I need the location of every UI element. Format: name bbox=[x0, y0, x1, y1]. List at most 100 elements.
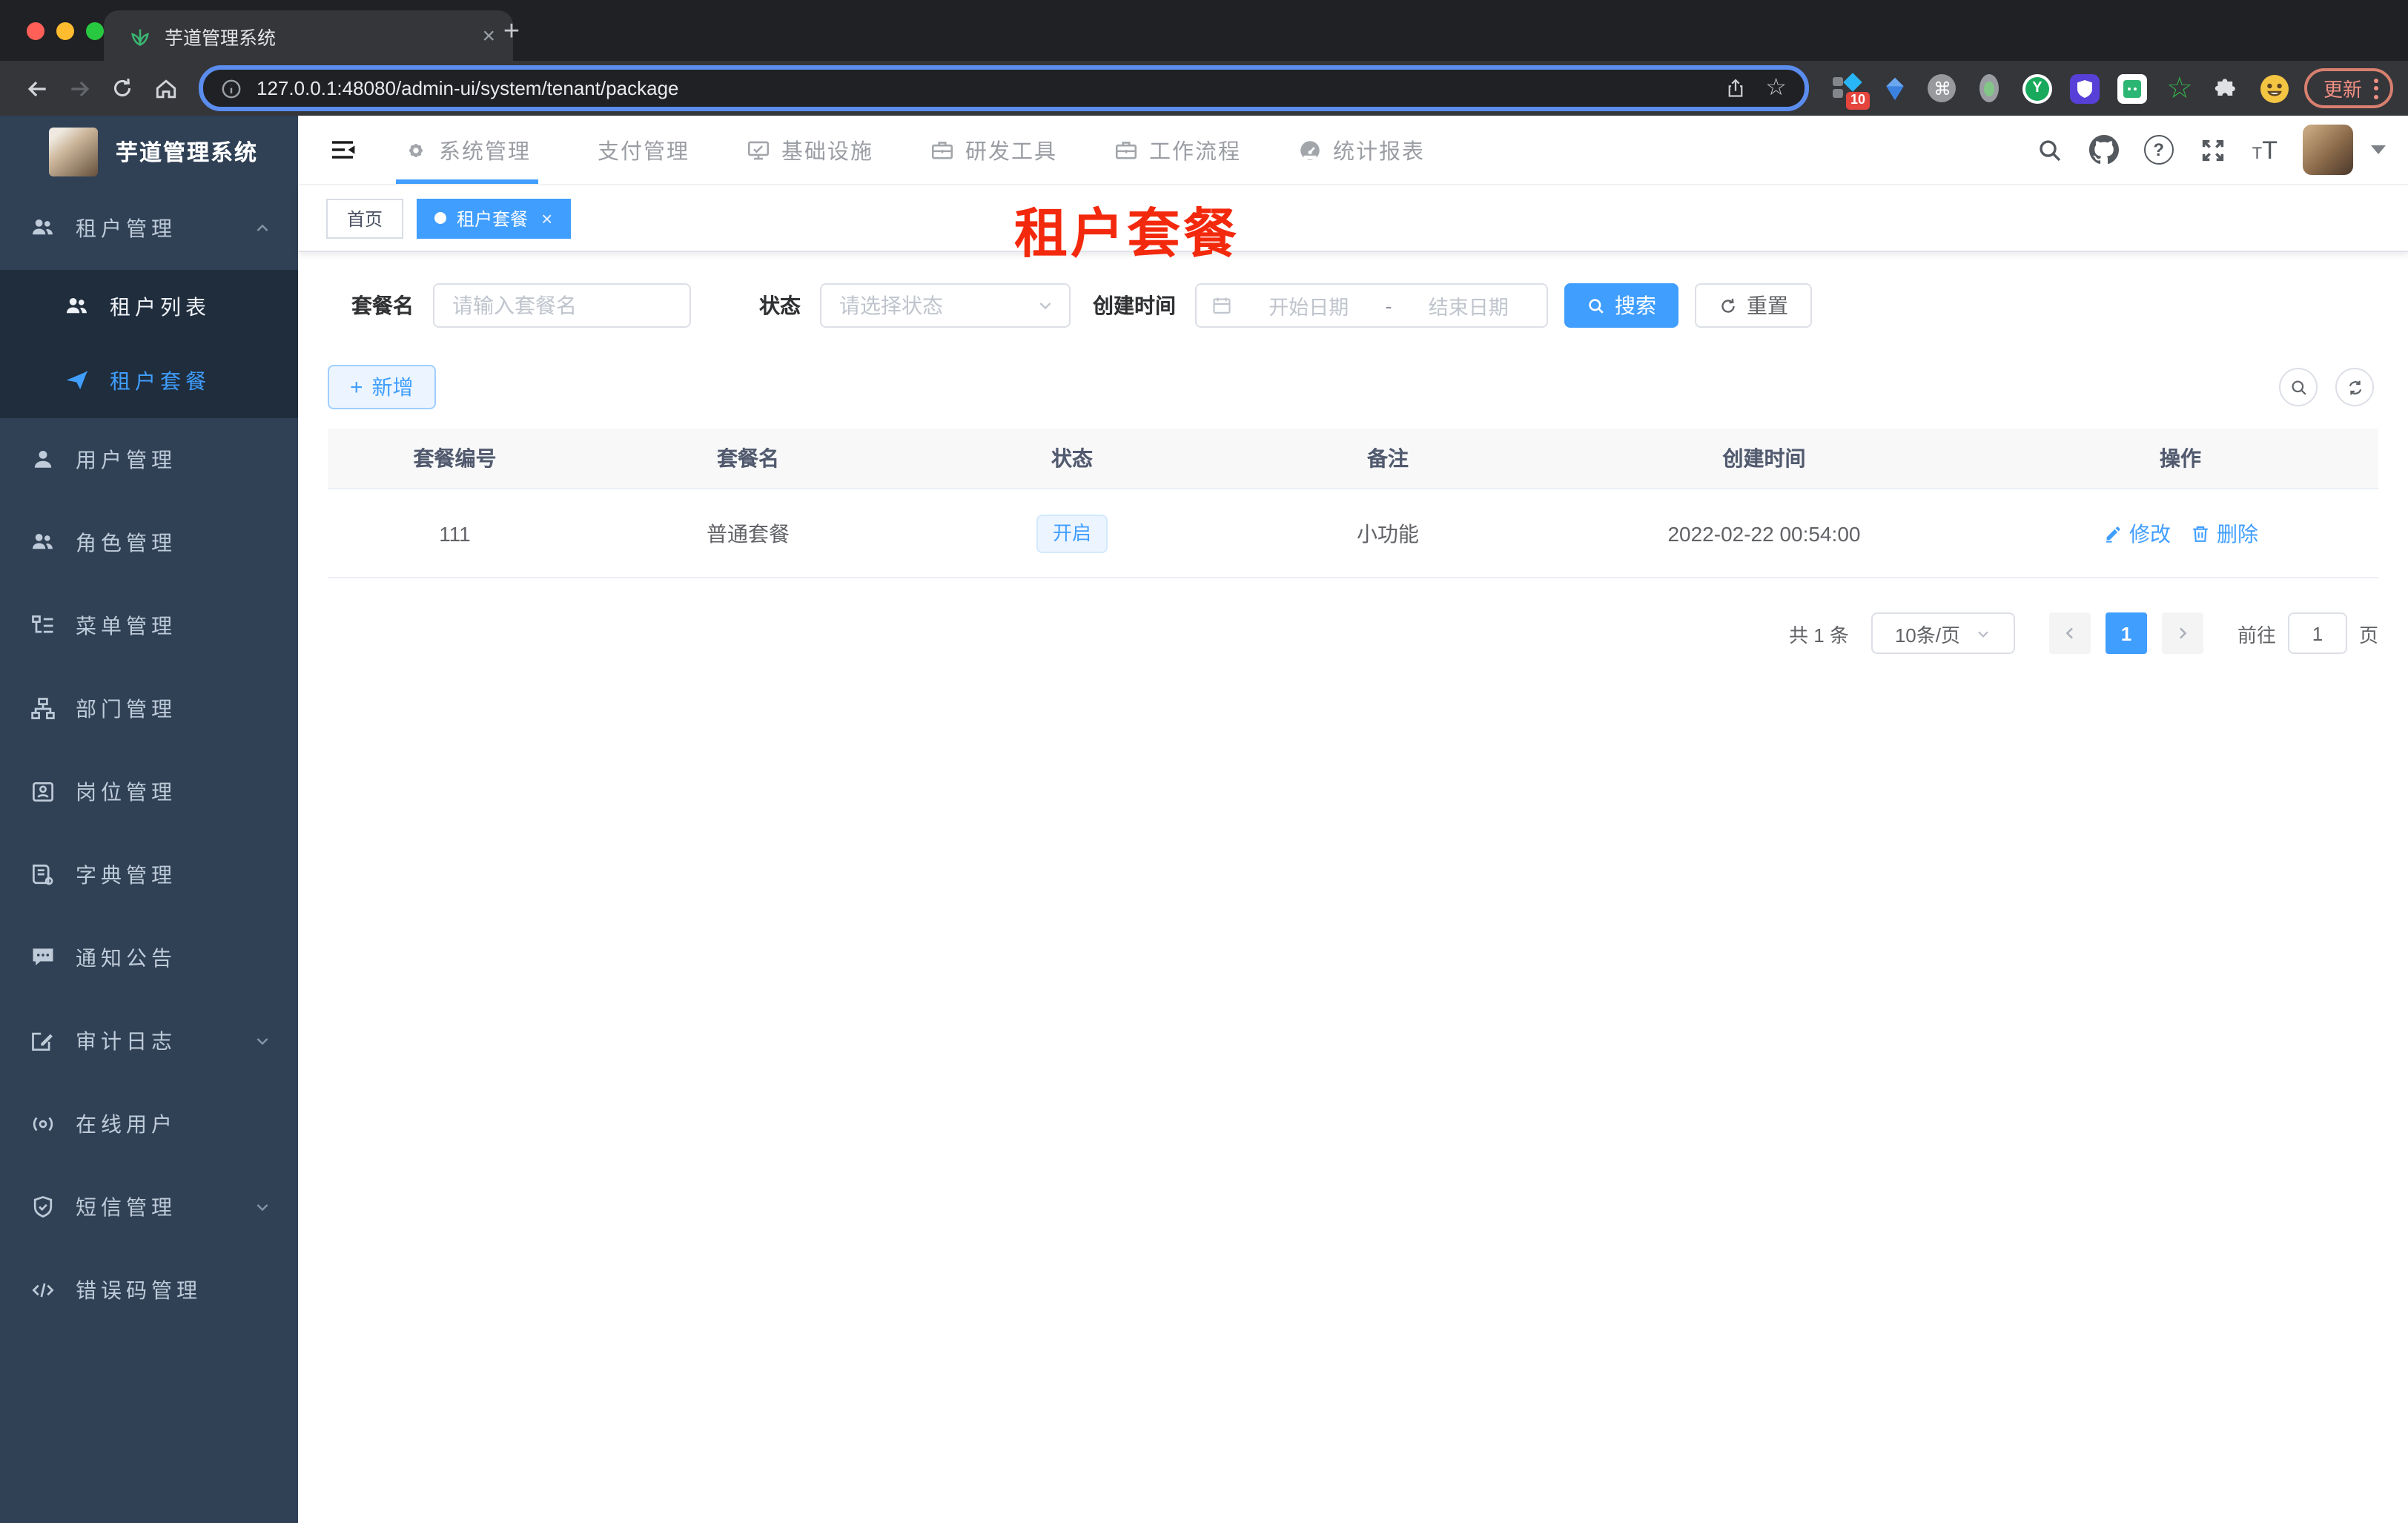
sidebar-item-sms-management[interactable]: 短信管理 bbox=[0, 1166, 298, 1249]
url-bar[interactable]: 127.0.0.1:48080/admin-ui/system/tenant/p… bbox=[199, 65, 1809, 111]
github-icon[interactable] bbox=[2088, 135, 2119, 165]
font-size-icon[interactable]: TT bbox=[2252, 137, 2278, 162]
site-info-icon[interactable] bbox=[221, 78, 242, 99]
goto-page-input[interactable] bbox=[2287, 612, 2347, 654]
extension-icon-2[interactable] bbox=[1880, 73, 1910, 103]
extension-icon-4[interactable] bbox=[1975, 73, 2005, 103]
extension-icon-7[interactable] bbox=[2117, 73, 2147, 103]
sidebar-item-dict-management[interactable]: 字典管理 bbox=[0, 833, 298, 916]
share-icon[interactable] bbox=[1724, 77, 1746, 99]
edit-link[interactable]: 修改 bbox=[2103, 518, 2171, 548]
topnav-item-workflow[interactable]: 工作流程 bbox=[1106, 116, 1248, 184]
page-size-select[interactable]: 10条/页 bbox=[1870, 612, 2015, 654]
sidebar-fold-icon[interactable] bbox=[320, 128, 365, 172]
show-search-toggle-button[interactable] bbox=[2279, 368, 2318, 406]
add-button[interactable]: + 新增 bbox=[328, 365, 436, 409]
favicon-plant-icon bbox=[129, 24, 151, 47]
sidebar-item-tenant-management[interactable]: 租户管理 bbox=[0, 187, 298, 270]
sidebar-item-error-code[interactable]: 错误码管理 bbox=[0, 1249, 298, 1332]
browser-menu-icon[interactable] bbox=[2374, 78, 2378, 99]
sidebar-item-menu-management[interactable]: 菜单管理 bbox=[0, 584, 298, 667]
active-dot bbox=[434, 212, 447, 224]
topnav-item-report[interactable]: 统计报表 bbox=[1290, 116, 1432, 184]
window-maximize-button[interactable] bbox=[86, 22, 104, 40]
reset-button[interactable]: 重置 bbox=[1695, 283, 1812, 328]
sidebar-item-label: 通知公告 bbox=[76, 946, 176, 970]
extension-icon-8[interactable]: ☆ bbox=[2165, 73, 2194, 103]
edit-label: 修改 bbox=[2129, 521, 2172, 545]
goto-label: 前往 bbox=[2237, 624, 2276, 646]
extension-icon-3[interactable]: ⌘ bbox=[1928, 73, 1957, 103]
browser-update-button[interactable]: 更新 bbox=[2303, 68, 2393, 108]
tag-home[interactable]: 首页 bbox=[326, 198, 404, 238]
search-button[interactable]: 搜索 bbox=[1564, 283, 1678, 328]
date-range-picker[interactable]: 开始日期 - 结束日期 bbox=[1195, 283, 1548, 328]
sidebar-item-label: 审计日志 bbox=[76, 1029, 176, 1053]
current-page-button[interactable]: 1 bbox=[2105, 612, 2147, 654]
sidebar-item-label: 租户套餐 bbox=[110, 369, 211, 393]
chevron-up-icon bbox=[254, 219, 271, 237]
forward-icon[interactable] bbox=[58, 67, 101, 110]
gear-icon bbox=[403, 137, 429, 162]
next-page-button[interactable] bbox=[2161, 612, 2203, 654]
refresh-table-button[interactable] bbox=[2335, 368, 2374, 406]
topnav-item-devtools[interactable]: 研发工具 bbox=[922, 116, 1065, 184]
avatar[interactable] bbox=[2303, 125, 2353, 175]
help-icon[interactable]: ? bbox=[2143, 135, 2174, 165]
extension-icon-9[interactable] bbox=[2212, 73, 2242, 103]
tag-tenant-package[interactable]: 租户套餐 × bbox=[417, 198, 571, 238]
dashboard-gauge-icon bbox=[1297, 137, 1323, 162]
extension-icon-10[interactable] bbox=[2260, 73, 2289, 103]
col-header-remark: 备注 bbox=[1229, 429, 1546, 489]
refresh-icon bbox=[1721, 297, 1735, 312]
sidebar-item-tenant-package[interactable]: 租户套餐 bbox=[0, 344, 298, 418]
window-minimize-button[interactable] bbox=[56, 22, 74, 40]
sidebar-item-dept-management[interactable]: 部门管理 bbox=[0, 667, 298, 750]
prev-page-button[interactable] bbox=[2048, 612, 2091, 654]
search-icon bbox=[2291, 380, 2306, 394]
topnav-item-infra[interactable]: 基础设施 bbox=[738, 116, 881, 184]
extension-icon-1[interactable]: 10 bbox=[1832, 72, 1870, 109]
fullscreen-icon[interactable] bbox=[2199, 136, 2227, 164]
sidebar-item-notice[interactable]: 通知公告 bbox=[0, 916, 298, 1000]
topnav-item-payment[interactable]: 支付管理 bbox=[580, 116, 697, 184]
cell-remark: 小功能 bbox=[1229, 489, 1546, 578]
window-close-button[interactable] bbox=[27, 22, 44, 40]
sidebar-item-tenant-list[interactable]: 租户列表 bbox=[0, 270, 298, 344]
home-icon[interactable] bbox=[144, 67, 187, 110]
extension-icon-5[interactable]: Y bbox=[2022, 73, 2052, 103]
table-toolbar: + 新增 bbox=[328, 365, 2378, 409]
status-select[interactable]: 请选择状态 bbox=[820, 283, 1071, 328]
col-header-status: 状态 bbox=[914, 429, 1230, 489]
sidebar-item-user-management[interactable]: 用户管理 bbox=[0, 418, 298, 501]
sidebar-item-audit-log[interactable]: 审计日志 bbox=[0, 1000, 298, 1083]
reset-label: 重置 bbox=[1747, 294, 1788, 317]
date-end-placeholder: 结束日期 bbox=[1428, 297, 1509, 319]
sidebar-item-online-users[interactable]: 在线用户 bbox=[0, 1083, 298, 1166]
app-frame: 芋道管理系统 租户管理 租户列表 租户套餐 用户管理 角色管理 菜单管理 部门管… bbox=[0, 116, 2408, 1523]
chevron-down-icon[interactable] bbox=[2371, 145, 2386, 154]
table-header-row: 套餐编号 套餐名 状态 备注 创建时间 操作 bbox=[328, 429, 2378, 489]
delete-link[interactable]: 删除 bbox=[2190, 518, 2258, 548]
new-tab-button[interactable]: + bbox=[492, 13, 531, 52]
sidebar-item-post-management[interactable]: 岗位管理 bbox=[0, 750, 298, 833]
chevron-down-icon bbox=[1978, 630, 1988, 637]
back-icon[interactable] bbox=[15, 67, 58, 110]
date-separator: - bbox=[1385, 294, 1392, 317]
extension-icon-6[interactable] bbox=[2069, 73, 2100, 103]
browser-tab[interactable]: 芋道管理系统 × bbox=[104, 10, 513, 61]
delete-label: 删除 bbox=[2217, 521, 2259, 545]
sidebar-logo[interactable]: 芋道管理系统 bbox=[0, 116, 298, 187]
tag-close-icon[interactable]: × bbox=[541, 208, 552, 228]
bookmark-star-icon[interactable]: ☆ bbox=[1765, 76, 1787, 100]
cell-status: 开启 bbox=[914, 489, 1230, 578]
package-name-input[interactable] bbox=[433, 283, 691, 328]
reload-icon[interactable] bbox=[101, 67, 144, 110]
sidebar-item-label: 岗位管理 bbox=[76, 780, 176, 804]
status-label: 状态 bbox=[759, 294, 801, 317]
col-header-id: 套餐编号 bbox=[328, 429, 582, 489]
chevron-down-icon bbox=[1039, 303, 1051, 310]
topnav-item-system[interactable]: 系统管理 bbox=[396, 116, 538, 184]
sidebar-item-role-management[interactable]: 角色管理 bbox=[0, 501, 298, 584]
search-icon[interactable] bbox=[2036, 136, 2064, 164]
